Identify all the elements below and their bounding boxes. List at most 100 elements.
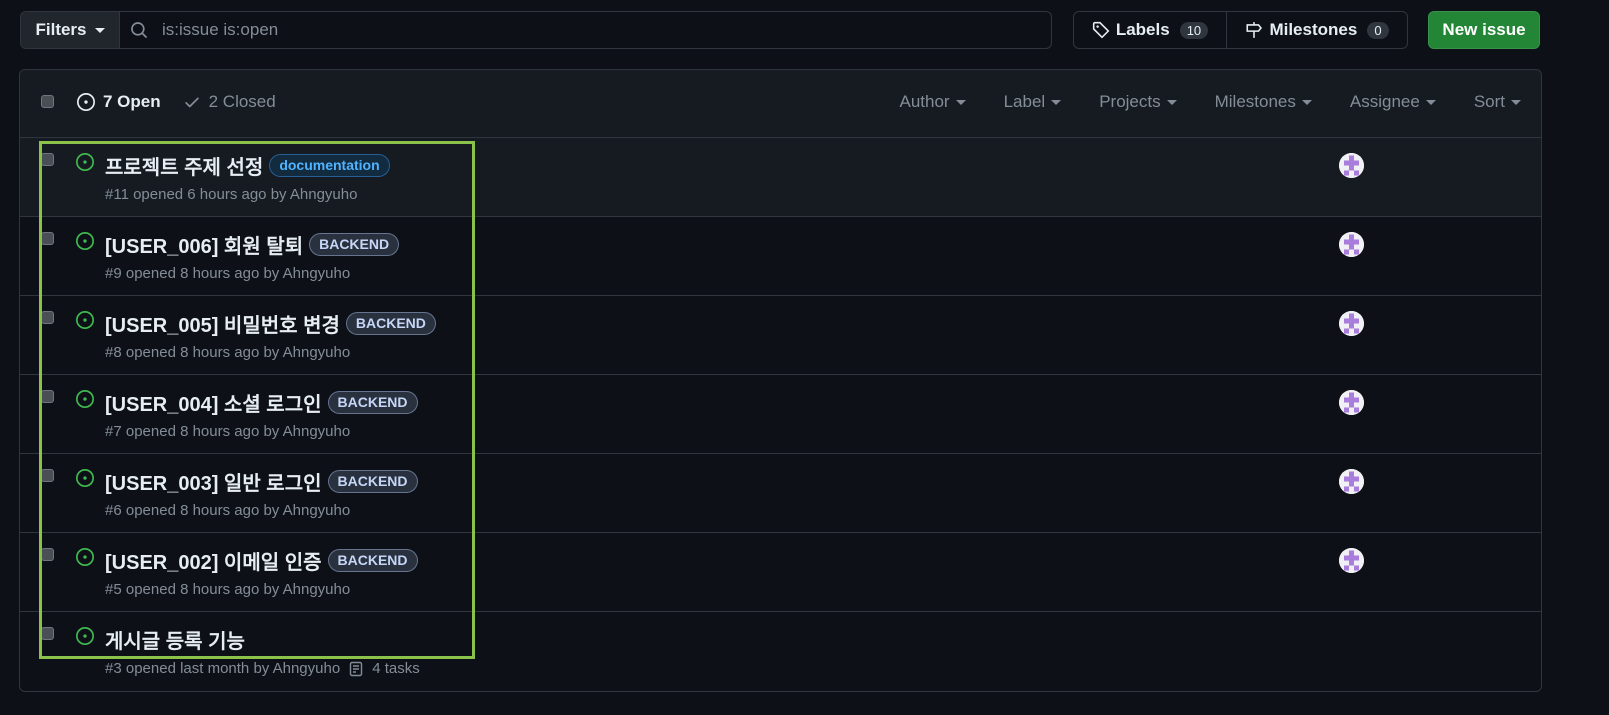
issue-meta: #9 opened 8 hours ago by Ahngyuho (105, 265, 350, 282)
label-badge[interactable]: BACKEND (345, 312, 436, 335)
issue-opened-icon (76, 153, 94, 171)
select-all-checkbox[interactable] (41, 95, 54, 108)
milestones-dropdown-label: Milestones (1214, 92, 1296, 111)
milestones-dropdown[interactable]: Milestones (1215, 92, 1312, 112)
closed-count-label: 2 Closed (208, 92, 276, 111)
issues-list-box: 7 Open 2 Closed Author Label Projects Mi… (19, 69, 1542, 692)
issue-meta-text: #7 opened 8 hours ago by Ahngyuho (105, 423, 351, 440)
issue-meta-text: #11 opened 6 hours ago by Ahngyuho (105, 186, 358, 203)
checklist-icon (349, 661, 363, 676)
filter-dropdowns: Author Label Projects Milestones Assigne… (899, 92, 1521, 112)
issue-row[interactable]: 게시글 등록 기능 #3 opened last month by Ahngyu… (20, 612, 1541, 691)
issue-meta-text: #3 opened last month by Ahngyuho (105, 660, 341, 677)
issue-row[interactable]: [USER_006] 회원 탈퇴 BACKEND #9 opened 8 hou… (20, 217, 1541, 296)
search-box (120, 12, 1051, 48)
chevron-down-icon (955, 99, 966, 105)
issue-meta-text: #6 opened 8 hours ago by Ahngyuho (105, 502, 351, 519)
avatar[interactable] (1339, 469, 1364, 494)
label-badge[interactable]: documentation (269, 154, 390, 177)
author-dropdown[interactable]: Author (899, 92, 966, 112)
chevron-down-icon (1051, 99, 1062, 105)
assignee-dropdown[interactable]: Assignee (1350, 92, 1436, 112)
issue-checkbox[interactable] (41, 469, 54, 482)
issue-row[interactable]: [USER_004] 소셜 로그인 BACKEND #7 opened 8 ho… (20, 375, 1541, 454)
issue-row[interactable]: [USER_002] 이메일 인증 BACKEND #5 opened 8 ho… (20, 533, 1541, 612)
chevron-down-icon (94, 27, 105, 33)
identicon-icon (1339, 548, 1364, 573)
issue-opened-icon (76, 469, 94, 487)
labels-count-badge: 10 (1179, 21, 1209, 39)
chevron-down-icon (1166, 99, 1177, 105)
issue-row[interactable]: 프로젝트 주제 선정 documentation #11 opened 6 ho… (20, 138, 1541, 217)
label-dropdown[interactable]: Label (1004, 92, 1062, 112)
issues-list-header: 7 Open 2 Closed Author Label Projects Mi… (20, 70, 1541, 138)
milestones-count-badge: 0 (1367, 21, 1389, 39)
issue-meta-text: #9 opened 8 hours ago by Ahngyuho (105, 265, 351, 282)
filters-button[interactable]: Filters (21, 12, 120, 48)
issue-opened-icon (76, 390, 94, 408)
labels-button[interactable]: Labels 10 (1074, 12, 1227, 48)
label-dropdown-label: Label (1003, 92, 1046, 111)
chevron-down-icon (1301, 99, 1312, 105)
issue-title-link[interactable]: [USER_004] 소셜 로그인 (105, 388, 322, 417)
assignee-dropdown-label: Assignee (1349, 92, 1420, 111)
issue-row[interactable]: [USER_003] 일반 로그인 BACKEND #6 opened 8 ho… (20, 454, 1541, 533)
projects-dropdown[interactable]: Projects (1099, 92, 1177, 112)
identicon-icon (1339, 232, 1364, 257)
avatar[interactable] (1339, 153, 1364, 178)
issue-title-link[interactable]: [USER_006] 회원 탈퇴 (105, 230, 303, 259)
milestones-button[interactable]: Milestones 0 (1227, 12, 1407, 48)
issue-checkbox[interactable] (41, 390, 54, 403)
chevron-down-icon (1425, 99, 1436, 105)
labels-label: Labels (1115, 20, 1170, 39)
filters-search-group: Filters (20, 11, 1052, 49)
issue-opened-icon (76, 627, 94, 645)
check-icon (184, 97, 199, 108)
issue-row[interactable]: [USER_005] 비밀번호 변경 BACKEND #8 opened 8 h… (20, 296, 1541, 375)
issue-checkbox[interactable] (41, 548, 54, 561)
projects-dropdown-label: Projects (1099, 92, 1161, 111)
state-tabs: 7 Open 2 Closed (77, 92, 276, 112)
label-badge[interactable]: BACKEND (309, 233, 400, 256)
issue-title-link[interactable]: [USER_002] 이메일 인증 (105, 546, 322, 575)
tag-icon (1092, 21, 1110, 39)
sort-dropdown[interactable]: Sort (1474, 92, 1521, 112)
issue-title-link[interactable]: [USER_003] 일반 로그인 (105, 467, 322, 496)
issue-checkbox[interactable] (41, 153, 54, 166)
new-issue-button[interactable]: New issue (1428, 11, 1540, 49)
milestones-label: Milestones (1269, 20, 1358, 39)
search-input[interactable] (160, 19, 1051, 41)
issue-meta: #8 opened 8 hours ago by Ahngyuho (105, 344, 350, 361)
filters-label: Filters (35, 20, 87, 39)
issue-title-link[interactable]: 프로젝트 주제 선정 (105, 151, 263, 180)
issue-meta: #6 opened 8 hours ago by Ahngyuho (105, 502, 350, 519)
task-count: 4 tasks (372, 660, 420, 677)
issue-checkbox[interactable] (41, 627, 54, 640)
search-icon (131, 22, 147, 38)
issue-meta: #11 opened 6 hours ago by Ahngyuho (105, 186, 357, 203)
issue-opened-icon (77, 93, 95, 111)
label-badge[interactable]: BACKEND (327, 470, 418, 493)
identicon-icon (1339, 311, 1364, 336)
sort-dropdown-label: Sort (1473, 92, 1505, 111)
avatar[interactable] (1339, 548, 1364, 573)
tab-open[interactable]: 7 Open (77, 92, 161, 112)
author-dropdown-label: Author (899, 92, 950, 111)
issue-checkbox[interactable] (41, 232, 54, 245)
issue-opened-icon (76, 548, 94, 566)
tab-closed[interactable]: 2 Closed (183, 92, 276, 112)
issue-title-link[interactable]: 게시글 등록 기능 (105, 625, 245, 654)
issue-checkbox[interactable] (41, 311, 54, 324)
avatar[interactable] (1339, 390, 1364, 415)
identicon-icon (1339, 153, 1364, 178)
avatar[interactable] (1339, 232, 1364, 257)
labels-milestones-group: Labels 10 Milestones 0 (1073, 11, 1408, 49)
label-badge[interactable]: BACKEND (327, 549, 418, 572)
chevron-down-icon (1511, 99, 1521, 105)
issue-opened-icon (76, 232, 94, 250)
issue-meta-text: #5 opened 8 hours ago by Ahngyuho (105, 581, 351, 598)
issue-opened-icon (76, 311, 94, 329)
avatar[interactable] (1339, 311, 1364, 336)
issue-title-link[interactable]: [USER_005] 비밀번호 변경 (105, 309, 340, 338)
label-badge[interactable]: BACKEND (327, 391, 418, 414)
